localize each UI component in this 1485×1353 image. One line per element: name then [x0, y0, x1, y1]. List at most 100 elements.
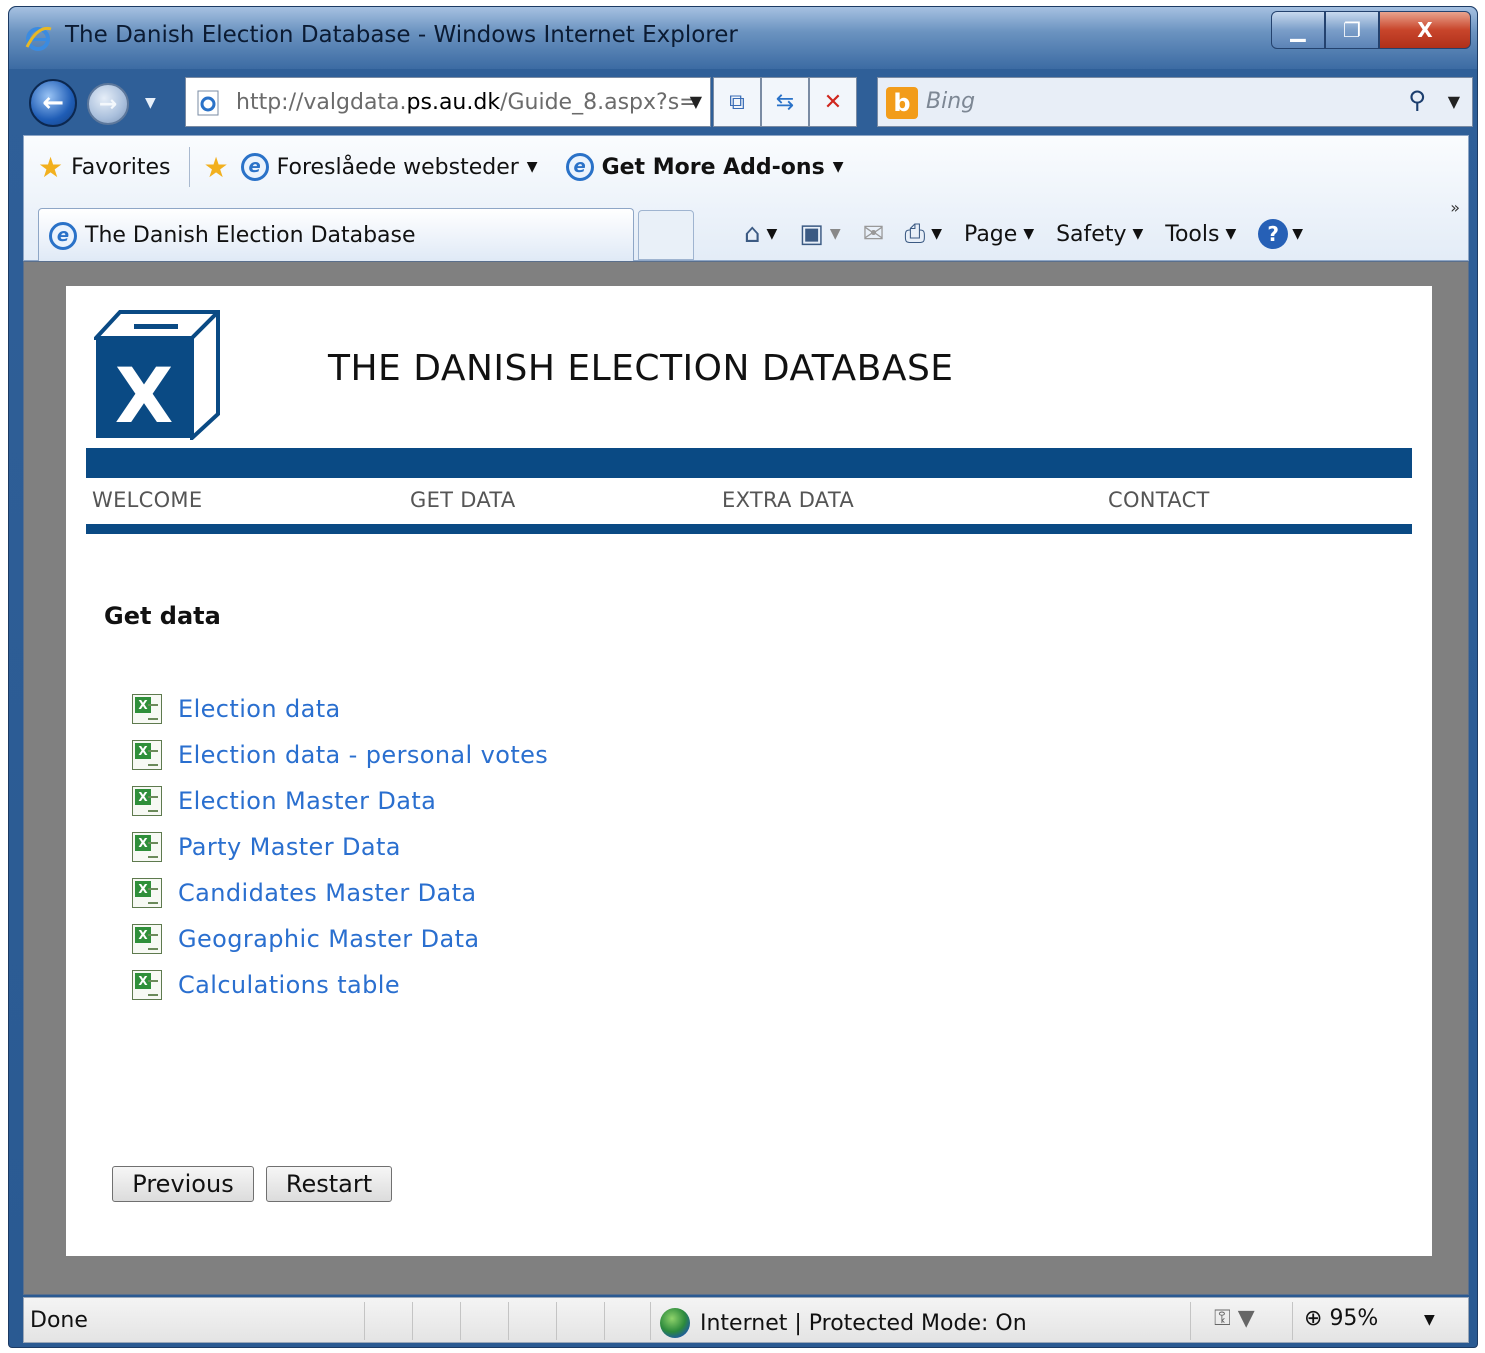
- zoom-icon: ⊕: [1304, 1306, 1323, 1331]
- list-item[interactable]: Election data: [132, 686, 548, 732]
- excel-file-icon: [132, 832, 162, 862]
- list-item[interactable]: Election data - personal votes: [132, 732, 548, 778]
- print-dropdown[interactable]: ▼: [931, 226, 942, 242]
- web-page: X THE DANISH ELECTION DATABASE WELCOME G…: [66, 286, 1432, 1256]
- status-bar: Done Internet | Protected Mode: On ⚿ ▼ ⊕…: [23, 1297, 1469, 1343]
- status-divider: [604, 1302, 605, 1340]
- nav-welcome[interactable]: WELCOME: [92, 488, 202, 512]
- address-dropdown[interactable]: ▼: [690, 92, 702, 111]
- search-placeholder: Bing: [926, 89, 976, 114]
- forward-button[interactable]: →: [87, 83, 129, 125]
- star-icon: ★: [38, 150, 64, 184]
- arrow-right-icon: →: [98, 91, 118, 117]
- tools-menu[interactable]: Tools: [1165, 222, 1219, 247]
- list-item[interactable]: Party Master Data: [132, 824, 548, 870]
- search-options-dropdown[interactable]: ▼: [1448, 92, 1460, 111]
- feeds-icon[interactable]: ▣: [799, 219, 824, 249]
- site-nav: WELCOME GET DATA EXTRA DATA CONTACT: [86, 486, 1412, 522]
- favorites-label: Favorites: [71, 154, 171, 180]
- home-dropdown[interactable]: ▼: [767, 226, 778, 242]
- link-party-master-data[interactable]: Party Master Data: [178, 833, 401, 861]
- nav-contact[interactable]: CONTACT: [1108, 488, 1210, 512]
- suggested-sites-button[interactable]: e Foreslåede websteder ▼: [240, 153, 538, 181]
- nav-get-data[interactable]: GET DATA: [410, 488, 516, 512]
- zoom-dropdown[interactable]: ▼: [1424, 1312, 1435, 1328]
- more-commands-icon[interactable]: »: [1450, 198, 1460, 217]
- get-addons-button[interactable]: e Get More Add-ons ▼: [565, 153, 843, 181]
- ie-logo-icon: [25, 26, 52, 51]
- title-bar: The Danish Election Database - Windows I…: [9, 7, 1477, 69]
- ballot-box-logo: X: [94, 310, 220, 440]
- command-area: ★ Favorites ★ e Foreslåede websteder ▼ e…: [23, 135, 1469, 262]
- previous-button[interactable]: Previous: [112, 1166, 254, 1202]
- url-text: http://valgdata.ps.au.dk/Guide_8.aspx?s=: [236, 89, 698, 115]
- mail-icon[interactable]: ✉: [863, 219, 885, 249]
- feeds-dropdown[interactable]: ▼: [830, 226, 841, 242]
- excel-file-icon: [132, 924, 162, 954]
- home-icon[interactable]: ⌂: [744, 219, 761, 249]
- status-divider: [650, 1302, 651, 1340]
- help-icon[interactable]: ?: [1258, 219, 1289, 249]
- status-text: Done: [30, 1308, 88, 1333]
- search-box[interactable]: b Bing ⚲ ▼: [877, 77, 1473, 127]
- security-zone[interactable]: Internet | Protected Mode: On: [660, 1308, 1027, 1338]
- page-menu-caret: ▼: [1023, 226, 1035, 242]
- list-item[interactable]: Election Master Data: [132, 778, 548, 824]
- restart-button[interactable]: Restart: [266, 1166, 392, 1202]
- add-to-favorites-bar-button[interactable]: ★: [204, 151, 237, 184]
- status-divider: [508, 1302, 509, 1340]
- compatibility-view-button[interactable]: ⧉: [713, 77, 761, 127]
- back-button[interactable]: ←: [29, 79, 77, 127]
- address-bar[interactable]: http://valgdata.ps.au.dk/Guide_8.aspx?s=…: [185, 77, 711, 127]
- page-menu[interactable]: Page: [964, 222, 1017, 247]
- security-zone-label: Internet | Protected Mode: On: [700, 1310, 1027, 1336]
- tab-danish-election-database[interactable]: e The Danish Election Database: [38, 208, 634, 262]
- link-election-data-personal-votes[interactable]: Election data - personal votes: [178, 741, 548, 769]
- link-election-data[interactable]: Election data: [178, 695, 341, 723]
- close-button[interactable]: X: [1379, 11, 1471, 49]
- popup-blocker-icon[interactable]: ⚿ ▼: [1214, 1306, 1255, 1331]
- excel-file-icon: [132, 740, 162, 770]
- maximize-button[interactable]: ❐: [1325, 11, 1379, 49]
- window-controls: ▁ ❐ X: [1271, 11, 1471, 49]
- chevron-down-icon: ▼: [526, 159, 538, 175]
- status-divider: [460, 1302, 461, 1340]
- minimize-button[interactable]: ▁: [1271, 11, 1325, 49]
- tab-title: The Danish Election Database: [85, 223, 416, 248]
- link-geographic-master-data[interactable]: Geographic Master Data: [178, 925, 480, 953]
- site-title: THE DANISH ELECTION DATABASE: [328, 348, 954, 389]
- address-row: ← → ▼ http://valgdata.ps.au.dk/Guide_8.a…: [9, 69, 1477, 131]
- new-tab-button[interactable]: [638, 210, 694, 260]
- safety-menu[interactable]: Safety: [1056, 222, 1126, 247]
- recent-pages-dropdown[interactable]: ▼: [145, 95, 156, 111]
- excel-file-icon: [132, 694, 162, 724]
- search-icon[interactable]: ⚲: [1408, 86, 1426, 114]
- link-calculations-table[interactable]: Calculations table: [178, 971, 400, 999]
- refresh-button[interactable]: ⇆: [761, 77, 809, 127]
- bing-logo-icon: b: [886, 87, 918, 119]
- status-divider: [412, 1302, 413, 1340]
- list-item[interactable]: Calculations table: [132, 962, 548, 1008]
- list-item[interactable]: Geographic Master Data: [132, 916, 548, 962]
- safety-menu-caret: ▼: [1132, 226, 1144, 242]
- logo-letter: X: [115, 351, 174, 440]
- ie-icon: e: [240, 153, 269, 181]
- excel-file-icon: [132, 970, 162, 1000]
- nav-extra-data[interactable]: EXTRA DATA: [722, 488, 854, 512]
- list-item[interactable]: Candidates Master Data: [132, 870, 548, 916]
- favorites-separator: [188, 147, 190, 187]
- link-election-master-data[interactable]: Election Master Data: [178, 787, 436, 815]
- link-candidates-master-data[interactable]: Candidates Master Data: [178, 879, 477, 907]
- zoom-control[interactable]: ⊕ 95%: [1304, 1306, 1378, 1331]
- favorites-button[interactable]: ★ Favorites: [38, 151, 171, 184]
- arrow-left-icon: ←: [42, 88, 64, 118]
- browser-window: The Danish Election Database - Windows I…: [8, 6, 1478, 1348]
- globe-icon: [660, 1308, 690, 1338]
- status-divider: [1292, 1302, 1293, 1340]
- stop-button[interactable]: ✕: [809, 77, 857, 127]
- status-divider: [556, 1302, 557, 1340]
- favorites-bar: ★ Favorites ★ e Foreslåede websteder ▼ e…: [24, 136, 1468, 198]
- print-icon[interactable]: ⎙: [904, 219, 925, 250]
- status-divider: [364, 1302, 365, 1340]
- stop-icon: ✕: [823, 89, 843, 115]
